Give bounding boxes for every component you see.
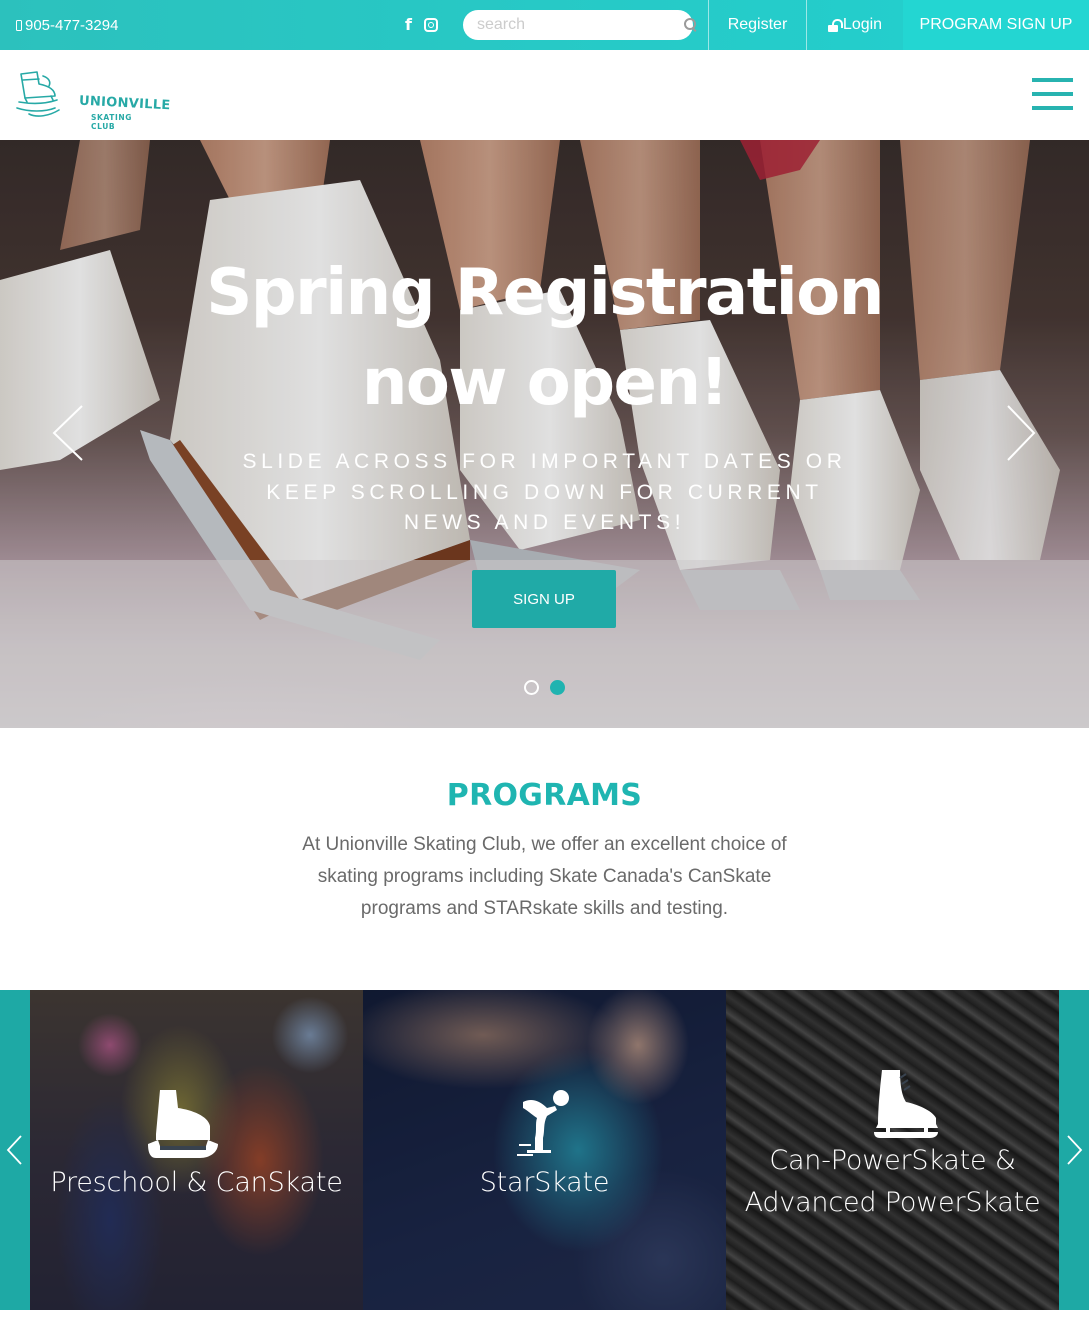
hamburger-icon[interactable]: [1032, 78, 1074, 110]
programs-description: At Unionville Skating Club, we offer an …: [302, 834, 787, 919]
program-signup-label: PROGRAM SIGN UP: [919, 16, 1073, 33]
hero-title-line-2: now open!: [361, 346, 729, 420]
hero-title-line-1: Spring Registration: [206, 256, 884, 330]
login-link[interactable]: Login: [806, 0, 903, 50]
facebook-icon[interactable]: f: [405, 17, 412, 33]
lock-icon: [827, 18, 843, 32]
logo-name: UNIONVILLE: [78, 93, 171, 114]
search-box: [463, 10, 696, 40]
program-card-label: Preschool & CanSkate: [50, 1167, 343, 1198]
site-header: UNIONVILLE SKATING CLUB: [0, 50, 1089, 140]
phone-icon: [16, 19, 22, 31]
hero-title: Spring Registration now open!: [0, 248, 1089, 428]
menu-line: [1032, 92, 1073, 96]
carousel-prev-arrow-icon[interactable]: [0, 990, 30, 1310]
slider-dot-2-active[interactable]: [550, 680, 565, 695]
menu-line: [1032, 106, 1073, 110]
program-signup-button[interactable]: PROGRAM SIGN UP: [903, 0, 1089, 50]
hero-signup-label: SIGN UP: [513, 590, 575, 608]
figure-skate-icon: [148, 1090, 218, 1158]
register-label: Register: [727, 16, 788, 33]
hero-subtitle: SLIDE ACROSS FOR IMPORTANT DATES OR KEEP…: [242, 450, 847, 534]
menu-line: [1032, 78, 1073, 82]
phone-text: 905-477-3294: [25, 16, 119, 34]
hockey-skate-icon: [874, 1070, 938, 1138]
social-links: f: [405, 0, 438, 50]
phone-number[interactable]: 905-477-3294: [16, 0, 118, 50]
skate-logo-icon: [16, 71, 60, 117]
logo-subtitle: SKATING CLUB: [91, 113, 132, 131]
skater-icon: [517, 1090, 569, 1156]
program-card-label: StarSkate: [479, 1167, 610, 1198]
login-label: Login: [842, 16, 883, 33]
hero-signup-button[interactable]: SIGN UP: [472, 570, 616, 628]
hero-background-image: [0, 140, 1089, 728]
carousel-next-arrow-icon[interactable]: [1059, 990, 1089, 1310]
slider-next-arrow-icon[interactable]: [992, 388, 1052, 478]
programs-carousel: Preschool & CanSkate StarSkate Can-Power…: [0, 990, 1089, 1310]
program-card-powerskate[interactable]: Can-PowerSkate & Advanced PowerSkate: [726, 990, 1059, 1310]
slider-prev-arrow-icon[interactable]: [40, 388, 100, 478]
register-link[interactable]: Register: [708, 0, 806, 50]
top-bar: 905-477-3294 f Register Login PROGRAM SI…: [0, 0, 1089, 50]
program-card-starskate[interactable]: StarSkate: [363, 990, 726, 1310]
search-input[interactable]: [477, 16, 684, 34]
slider-dot-1[interactable]: [524, 680, 539, 695]
program-card-preschool-canskate[interactable]: Preschool & CanSkate: [30, 990, 363, 1310]
instagram-icon[interactable]: [423, 18, 438, 32]
site-logo[interactable]: UNIONVILLE SKATING CLUB: [15, 68, 171, 131]
program-card-label: Can-PowerSkate & Advanced PowerSkate: [744, 1145, 1041, 1218]
hero-slider: Spring Registration now open! SLIDE ACRO…: [0, 140, 1089, 728]
programs-title: PROGRAMS: [446, 778, 643, 813]
